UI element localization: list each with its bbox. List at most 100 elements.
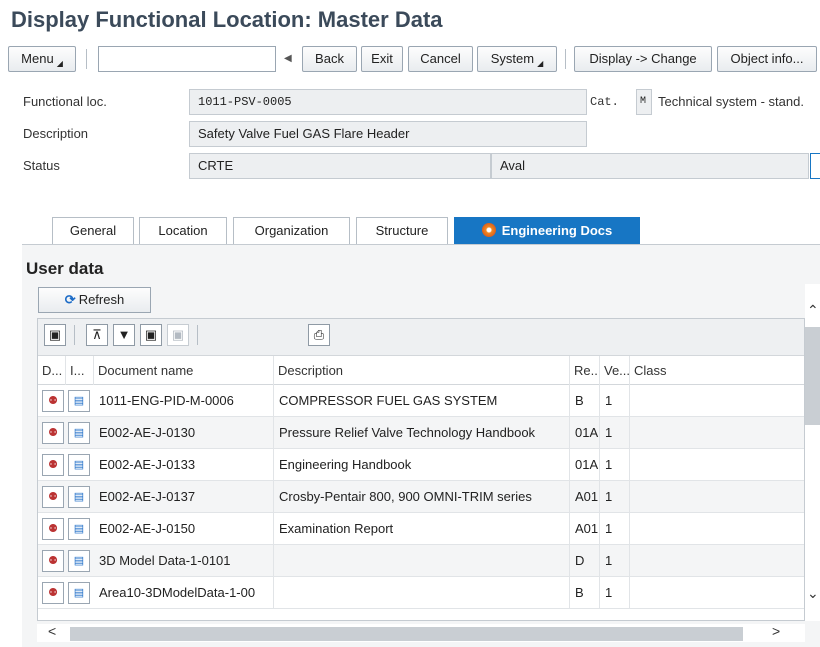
tab-location[interactable]: Location: [139, 217, 227, 244]
details-icon[interactable]: ▣: [44, 324, 66, 346]
display-document-icon[interactable]: ⚉: [42, 518, 64, 540]
table-cell-rev: B: [570, 577, 600, 609]
filter-icon[interactable]: ▼: [113, 324, 135, 346]
page-title: Display Functional Location: Master Data: [11, 7, 443, 32]
tab-structure[interactable]: Structure: [356, 217, 448, 244]
sort-ascending-icon[interactable]: ⊼: [86, 324, 108, 346]
description-label: Description: [23, 126, 89, 141]
table-row[interactable]: ⚉ ▤ E002-AE-J-0133 Engineering Handbook 01A 1: [38, 449, 804, 481]
tab-engineering-docs[interactable]: Engineering Docs: [454, 217, 640, 244]
document-info-icon[interactable]: ▤: [68, 422, 90, 444]
table-cell-class: [630, 513, 804, 545]
functional-loc-label: Functional loc.: [23, 94, 107, 109]
table-row[interactable]: ⚉ ▤ E002-AE-J-0130 Pressure Relief Valve Te…: [38, 417, 804, 449]
system-button[interactable]: System ◢: [477, 46, 557, 72]
scroll-down-icon[interactable]: ⌄: [807, 585, 819, 602]
table-cell-desc: [274, 577, 570, 609]
description-field[interactable]: Safety Valve Fuel GAS Flare Header: [189, 121, 587, 147]
column-header[interactable]: D...: [38, 356, 66, 385]
document-info-icon[interactable]: ▤: [68, 518, 90, 540]
table-cell-desc: Examination Report: [274, 513, 570, 545]
cat-text: Technical system - stand.: [658, 94, 804, 109]
column-header[interactable]: Class: [630, 356, 804, 385]
refresh-button[interactable]: ⟳ Refresh: [38, 287, 151, 313]
table-cell-rev: 01A: [570, 449, 600, 481]
table-cell-class: [630, 385, 804, 417]
tab-organization[interactable]: Organization: [233, 217, 350, 244]
table-cell-class: [630, 577, 804, 609]
table-cell-desc: [274, 545, 570, 577]
table-cell-ver: 1: [600, 385, 630, 417]
display-document-icon[interactable]: ⚉: [42, 550, 64, 572]
document-info-icon[interactable]: ▤: [68, 486, 90, 508]
status-field[interactable]: CRTE: [189, 153, 491, 179]
display-document-icon[interactable]: ⚉: [42, 422, 64, 444]
table-row[interactable]: ⚉ ▤ 1011-ENG-PID-M-0006 COMPRESSOR FUEL GAS…: [38, 385, 804, 417]
document-info-icon[interactable]: ▤: [68, 582, 90, 604]
toolbar-separator: [86, 49, 87, 69]
exit-button[interactable]: Exit: [361, 46, 403, 72]
display-change-button[interactable]: Display -> Change: [574, 46, 712, 72]
refresh-label: Refresh: [78, 292, 125, 307]
table-cell-rev: A01: [570, 481, 600, 513]
display-document-icon[interactable]: ⚉: [42, 390, 64, 412]
object-info-button[interactable]: Object info...: [717, 46, 817, 72]
display-document-icon[interactable]: ⚉: [42, 454, 64, 476]
status-detail-button[interactable]: [810, 153, 820, 179]
status-label: Status: [23, 158, 60, 173]
document-info-icon[interactable]: ▤: [68, 454, 90, 476]
nav-back-arrow-icon[interactable]: ◀: [284, 46, 292, 72]
scroll-left-icon[interactable]: <: [48, 623, 56, 639]
table-cell-class: [630, 449, 804, 481]
horizontal-scroll-thumb[interactable]: [70, 627, 743, 641]
tab-engineering-docs-label: Engineering Docs: [501, 223, 613, 238]
column-header[interactable]: Document name: [94, 356, 274, 385]
table-cell-rev: A01: [570, 513, 600, 545]
command-field[interactable]: [98, 46, 276, 72]
tab-general[interactable]: General: [52, 217, 134, 244]
table-cell-ver: 1: [600, 513, 630, 545]
display-document-icon[interactable]: ⚉: [42, 582, 64, 604]
table-cell-desc: Pressure Relief Valve Technology Handboo…: [274, 417, 570, 449]
scroll-up-icon[interactable]: ⌃: [807, 302, 819, 319]
vertical-scroll-thumb[interactable]: [805, 327, 820, 425]
table-cell-doc: E002-AE-J-0150: [94, 513, 274, 545]
table-cell-class: [630, 417, 804, 449]
toolbar-separator: [565, 49, 566, 69]
system-label: System: [490, 51, 535, 66]
dropdown-icon: ◢: [537, 59, 544, 68]
find-icon[interactable]: ▣: [140, 324, 162, 346]
back-button[interactable]: Back: [302, 46, 357, 72]
status-field-2[interactable]: Aval: [491, 153, 809, 179]
toolbar-separator: [197, 325, 198, 345]
table-row[interactable]: ⚉ ▤ E002-AE-J-0150 Examination Report A01 1: [38, 513, 804, 545]
table-cell-ver: 1: [600, 449, 630, 481]
table-cell-doc: E002-AE-J-0130: [94, 417, 274, 449]
table-cell-rev: D: [570, 545, 600, 577]
menu-button[interactable]: Menu ◢: [8, 46, 76, 72]
table-row[interactable]: ⚉ ▤ 3D Model Data-1-0101 D 1: [38, 545, 804, 577]
table-cell-rev: B: [570, 385, 600, 417]
document-info-icon[interactable]: ▤: [68, 390, 90, 412]
column-header[interactable]: I...: [66, 356, 94, 385]
print-icon[interactable]: ⎙: [308, 324, 330, 346]
display-document-icon[interactable]: ⚉: [42, 486, 64, 508]
cancel-button[interactable]: Cancel: [408, 46, 473, 72]
documents-table: ▣ ⊼ ▼ ▣ ▣ ⎙ D... I... Document name Desc…: [37, 318, 805, 621]
table-row[interactable]: ⚉ ▤ E002-AE-J-0137 Crosby-Pentair 800, 900 …: [38, 481, 804, 513]
find-next-icon[interactable]: ▣: [167, 324, 189, 346]
table-cell-doc: 1011-ENG-PID-M-0006: [94, 385, 274, 417]
functional-loc-field[interactable]: 1011-PSV-0005: [189, 89, 587, 115]
scroll-right-icon[interactable]: >: [772, 623, 780, 639]
column-header[interactable]: Re...: [570, 356, 600, 385]
table-cell-doc: E002-AE-J-0133: [94, 449, 274, 481]
column-header[interactable]: Description: [274, 356, 570, 385]
document-info-icon[interactable]: ▤: [68, 550, 90, 572]
cat-label: Cat.: [590, 95, 619, 109]
table-row[interactable]: ⚉ ▤ Area10-3DModelData-1-00 B 1: [38, 577, 804, 609]
toolbar-separator: [74, 325, 75, 345]
menu-label: Menu: [21, 51, 54, 66]
cat-field[interactable]: M: [636, 89, 652, 115]
column-header[interactable]: Ve...: [600, 356, 630, 385]
user-data-title: User data: [26, 259, 104, 278]
